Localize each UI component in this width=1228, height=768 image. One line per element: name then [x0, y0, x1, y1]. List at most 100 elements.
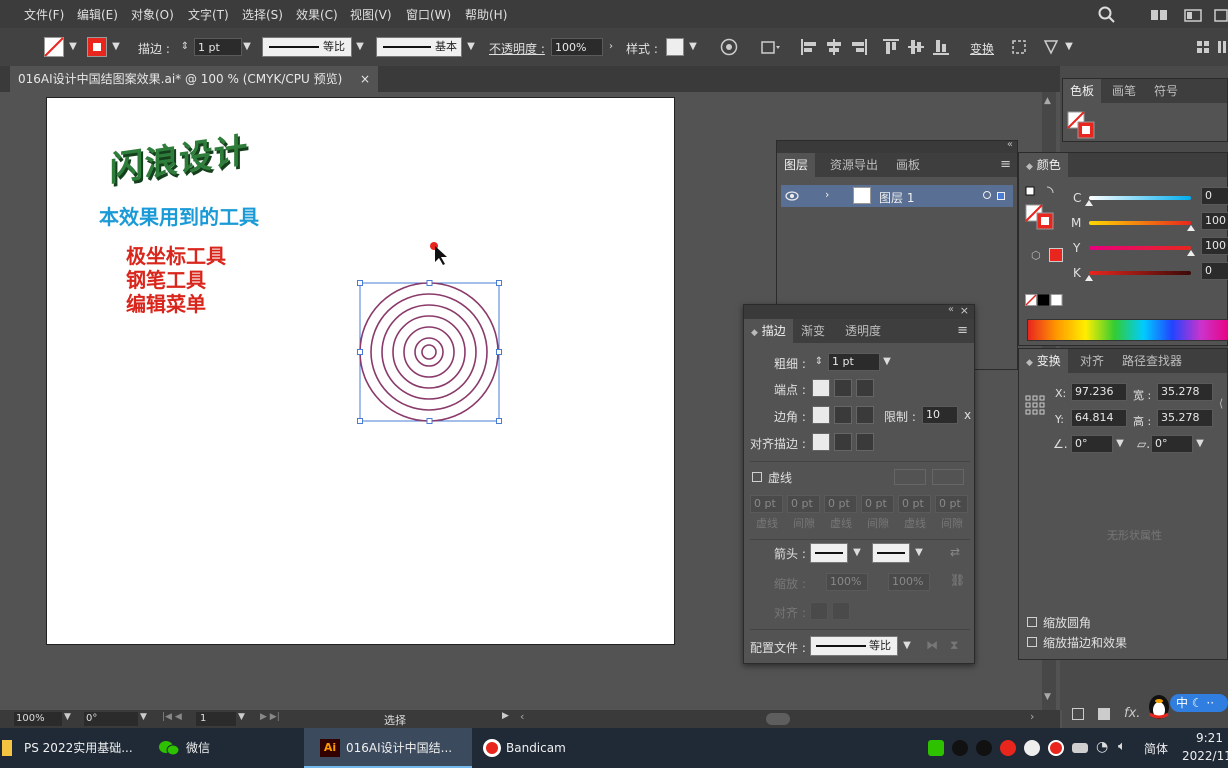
flash-tray-icon[interactable]: [1024, 740, 1040, 756]
record-tray-icon[interactable]: [1048, 740, 1064, 756]
tab-stroke[interactable]: ◆ 描边: [744, 319, 793, 343]
tab-artboards[interactable]: 画板: [889, 153, 927, 177]
eye-icon[interactable]: [785, 190, 799, 202]
menu-help[interactable]: 帮助(H): [465, 6, 507, 23]
selection-indicator[interactable]: [997, 192, 1005, 200]
clock-date[interactable]: 2022/11: [1182, 749, 1228, 763]
collapse-icon[interactable]: «: [948, 304, 954, 315]
gamut-swatch[interactable]: [1049, 248, 1063, 262]
dash-field[interactable]: 0 pt: [750, 495, 783, 513]
expand-chevron-icon[interactable]: ›: [825, 188, 829, 201]
panel-menu-icon[interactable]: [1196, 38, 1210, 56]
qq-tray-icon-2[interactable]: [976, 740, 992, 756]
tab-brushes[interactable]: 画笔: [1105, 79, 1143, 103]
align-to-icon[interactable]: [760, 38, 782, 56]
none-black-white-swatches[interactable]: [1025, 294, 1065, 306]
layers-panel-header[interactable]: «: [777, 139, 1017, 153]
align-right-icon[interactable]: [850, 38, 868, 56]
close-tab-button[interactable]: ×: [360, 66, 370, 92]
menu-object[interactable]: 对象(O): [131, 6, 174, 23]
channel-k-slider[interactable]: [1085, 271, 1191, 281]
scroll-up-icon[interactable]: ▲: [1044, 96, 1051, 106]
align-vcenter-icon[interactable]: [907, 38, 925, 56]
rotation-field[interactable]: 0°: [84, 712, 138, 726]
scroll-right-icon[interactable]: ›: [1030, 710, 1034, 723]
width-field[interactable]: 35.278 mm: [1157, 383, 1213, 401]
align-outside-button[interactable]: [856, 433, 874, 451]
channel-k-field[interactable]: 0: [1201, 262, 1228, 280]
selection-handles[interactable]: [357, 280, 502, 424]
taskbar-item-ps[interactable]: PS 2022实用基础...: [0, 728, 150, 768]
stroke-weight-dropdown[interactable]: ▼: [240, 38, 254, 56]
height-field[interactable]: 35.278 mm: [1157, 409, 1213, 427]
menu-effect[interactable]: 效果(C): [296, 6, 338, 23]
warp-dropdown[interactable]: ▼: [1062, 38, 1076, 56]
taskbar-item-bandicam[interactable]: Bandicam: [474, 728, 624, 768]
menu-select[interactable]: 选择(S): [242, 6, 283, 23]
arrow-extend-button[interactable]: [810, 602, 828, 620]
channel-k-thumb[interactable]: [1085, 275, 1093, 281]
width-profile-select[interactable]: 等比: [810, 636, 898, 656]
zoom-dropdown[interactable]: ▼: [64, 712, 71, 722]
channel-m-thumb[interactable]: [1187, 225, 1195, 231]
toolbar-overflow-icon[interactable]: [1216, 38, 1228, 56]
target-icon[interactable]: [983, 191, 991, 199]
shear-dropdown[interactable]: ▼: [1193, 435, 1207, 453]
channel-m-slider[interactable]: [1089, 221, 1195, 231]
gap-field[interactable]: 0 pt: [861, 495, 894, 513]
menu-edit[interactable]: 编辑(E): [77, 6, 118, 23]
fill-stroke-indicator[interactable]: [1067, 111, 1097, 139]
swap-arrows-icon[interactable]: ⇄: [950, 545, 960, 559]
artboard-dropdown[interactable]: ▼: [238, 712, 245, 722]
gap-field[interactable]: 0 pt: [935, 495, 968, 513]
scroll-down-icon[interactable]: ▼: [1044, 692, 1051, 702]
channel-c-slider[interactable]: [1085, 196, 1191, 206]
rotate-field[interactable]: 0°: [1071, 435, 1113, 453]
ime-language-label[interactable]: 简体: [1144, 740, 1168, 757]
panel-layout-icon[interactable]: [1184, 7, 1202, 23]
tab-symbols[interactable]: 符号: [1147, 79, 1185, 103]
rotate-dropdown[interactable]: ▼: [1113, 435, 1127, 453]
align-dash-button[interactable]: [932, 469, 964, 485]
tab-layers[interactable]: 图层: [777, 153, 816, 177]
layer-name[interactable]: 图层 1: [879, 189, 914, 206]
flip-across-icon[interactable]: ⧗: [950, 638, 958, 653]
horizontal-scroll-thumb[interactable]: [766, 713, 790, 725]
opacity-field[interactable]: 100%: [551, 38, 603, 56]
limit-field[interactable]: 10: [922, 406, 958, 424]
dash-field[interactable]: 0 pt: [824, 495, 857, 513]
next-artboard-icon[interactable]: ▶ ▶|: [260, 712, 280, 722]
end-arrow-dropdown[interactable]: ▼: [912, 544, 926, 562]
panel-menu-icon[interactable]: ≡: [1000, 157, 1011, 172]
close-panel-icon[interactable]: ×: [960, 304, 969, 317]
end-arrowhead[interactable]: [872, 543, 910, 563]
qq-ime-widget[interactable]: 中 ☾ ··: [1146, 690, 1228, 719]
recolor-artwork-icon[interactable]: [720, 38, 738, 56]
tab-asset-export[interactable]: 资源导出: [823, 153, 885, 177]
channel-c-thumb[interactable]: [1085, 200, 1093, 206]
dashed-line-checkbox[interactable]: [752, 472, 762, 482]
arrow-place-button[interactable]: [832, 602, 850, 620]
graphic-style-swatch[interactable]: [666, 38, 684, 56]
menu-window[interactable]: 窗口(W): [406, 6, 451, 23]
align-center-button[interactable]: [812, 433, 830, 451]
search-icon[interactable]: [1098, 6, 1116, 24]
tab-color[interactable]: ◆ 颜色: [1019, 153, 1068, 177]
flip-along-icon[interactable]: ⧓: [926, 638, 938, 652]
qq-tray-icon[interactable]: [952, 740, 968, 756]
collapse-icon[interactable]: «: [1007, 139, 1013, 150]
scroll-left-icon[interactable]: ‹: [520, 710, 524, 723]
status-menu-icon[interactable]: ▶: [502, 711, 509, 721]
brush-dropdown[interactable]: ▼: [464, 38, 478, 56]
tab-gradient[interactable]: 渐变: [794, 319, 832, 343]
constrain-link-icon[interactable]: ⟨: [1219, 397, 1223, 410]
artboard[interactable]: 闪浪设计 本效果用到的工具 极坐标工具 钢笔工具 编辑菜单: [46, 97, 675, 645]
fill-none-swatch[interactable]: [44, 37, 64, 57]
taskbar-item-wechat[interactable]: 微信: [152, 728, 302, 768]
tab-swatches[interactable]: 色板: [1063, 79, 1102, 103]
link-scale-icon[interactable]: ⛓: [950, 573, 965, 587]
butt-cap-button[interactable]: [812, 379, 830, 397]
opacity-label[interactable]: 不透明度 :: [489, 40, 545, 57]
weight-stepper[interactable]: ⇕: [812, 353, 826, 371]
profile-dropdown[interactable]: ▼: [900, 637, 914, 655]
